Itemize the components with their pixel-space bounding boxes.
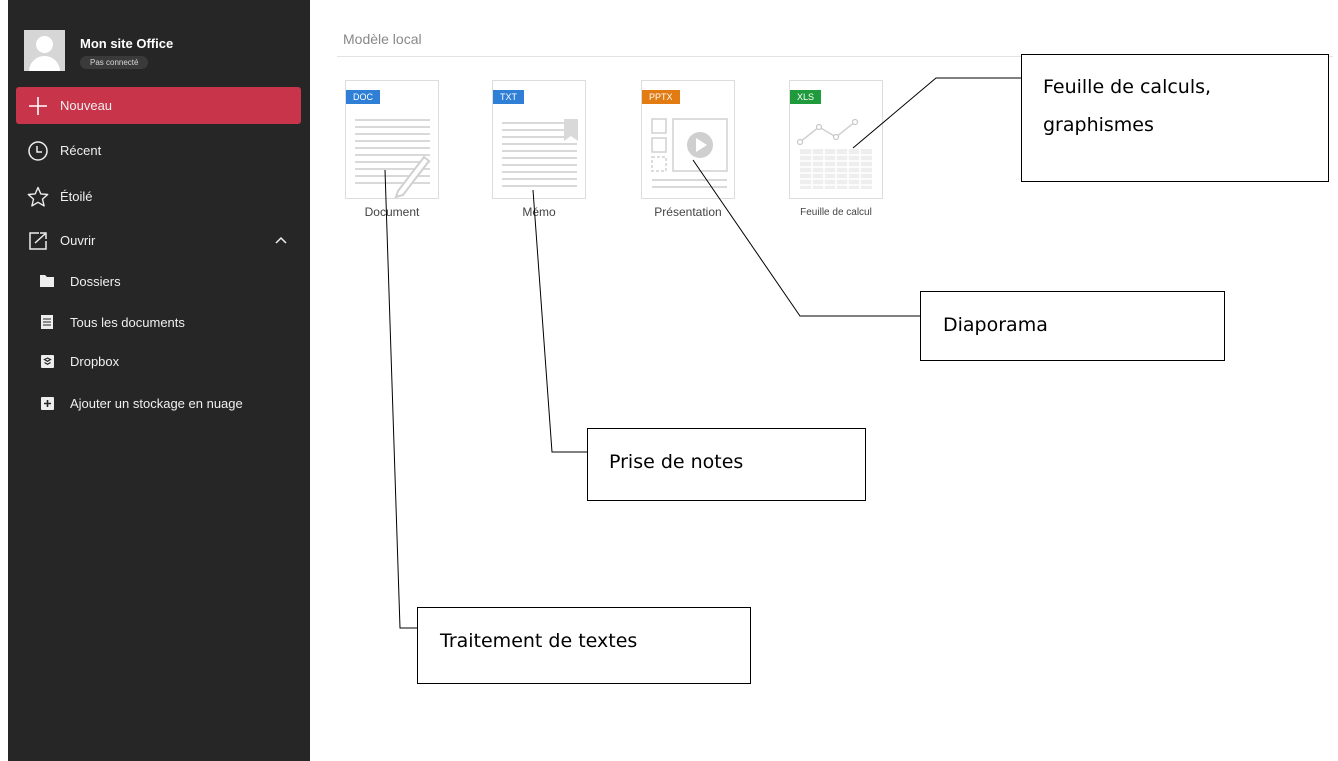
callout-word-processing-text: Traitement de textes [440,630,638,652]
memo-preview-icon [502,119,578,187]
nav-item-starred-label: Étoilé [60,189,93,204]
callout-word-processing: Traitement de textes [417,607,751,684]
callout-spreadsheet: Feuille de calculs, graphismes [1021,54,1329,182]
open-item-label: Ajouter un stockage en nuage [70,395,243,411]
sidebar: Mon site Office Pas connecté Nouveau Réc… [8,0,310,761]
callout-spreadsheet-line1: Feuille de calculs, [1043,76,1212,98]
nav-item-starred[interactable]: Étoilé [16,178,301,215]
open-item-label: Tous les documents [70,314,185,330]
template-spreadsheet[interactable]: XLS [789,80,883,199]
template-presentation[interactable]: PPTX [641,80,735,199]
dropbox-icon [40,354,54,368]
template-label: Feuille de calcul [800,207,872,218]
chevron-up-icon[interactable] [273,232,289,248]
account-status-badge: Pas connecté [80,56,149,69]
section-title: Modèle local [343,31,422,47]
document-preview-icon [355,119,431,199]
template-label: Mémo [522,205,556,219]
folder-icon [40,274,54,288]
open-item-folders[interactable]: Dossiers [16,266,301,296]
template-label: Présentation [654,205,722,219]
open-item-add-cloud[interactable]: Ajouter un stockage en nuage [16,388,301,418]
star-icon [26,185,50,209]
callout-notes: Prise de notes [587,428,866,501]
account-name: Mon site Office [80,36,174,51]
open-item-all-documents[interactable]: Tous les documents [16,307,301,337]
account-header[interactable]: Mon site Office Pas connecté [24,30,304,72]
open-item-label: Dropbox [70,353,120,369]
open-file-icon [26,229,50,253]
template-memo[interactable]: TXT [492,80,586,199]
nav-item-recent-label: Récent [60,143,102,158]
nav-item-recent[interactable]: Récent [16,132,301,169]
callout-slideshow: Diaporama [920,291,1225,361]
template-label: Document [364,205,420,219]
template-document[interactable]: DOC [345,80,439,199]
nav-item-new[interactable]: Nouveau [16,87,301,124]
presentation-preview-icon [651,118,728,188]
clock-icon [26,139,50,163]
spreadsheet-preview-icon [796,118,872,189]
nav-item-open[interactable]: Ouvrir [16,222,301,259]
add-cloud-icon [40,396,54,410]
nav-item-open-label: Ouvrir [60,233,96,248]
open-item-label: Dossiers [70,273,121,289]
callout-notes-text: Prise de notes [609,451,744,473]
plus-icon [26,94,50,118]
callout-slideshow-text: Diaporama [943,314,1048,336]
nav-item-new-label: Nouveau [60,98,113,113]
avatar[interactable] [24,30,65,71]
open-item-dropbox[interactable]: Dropbox [16,346,301,376]
callout-spreadsheet-line2: graphismes [1043,114,1154,136]
documents-icon [40,315,54,329]
